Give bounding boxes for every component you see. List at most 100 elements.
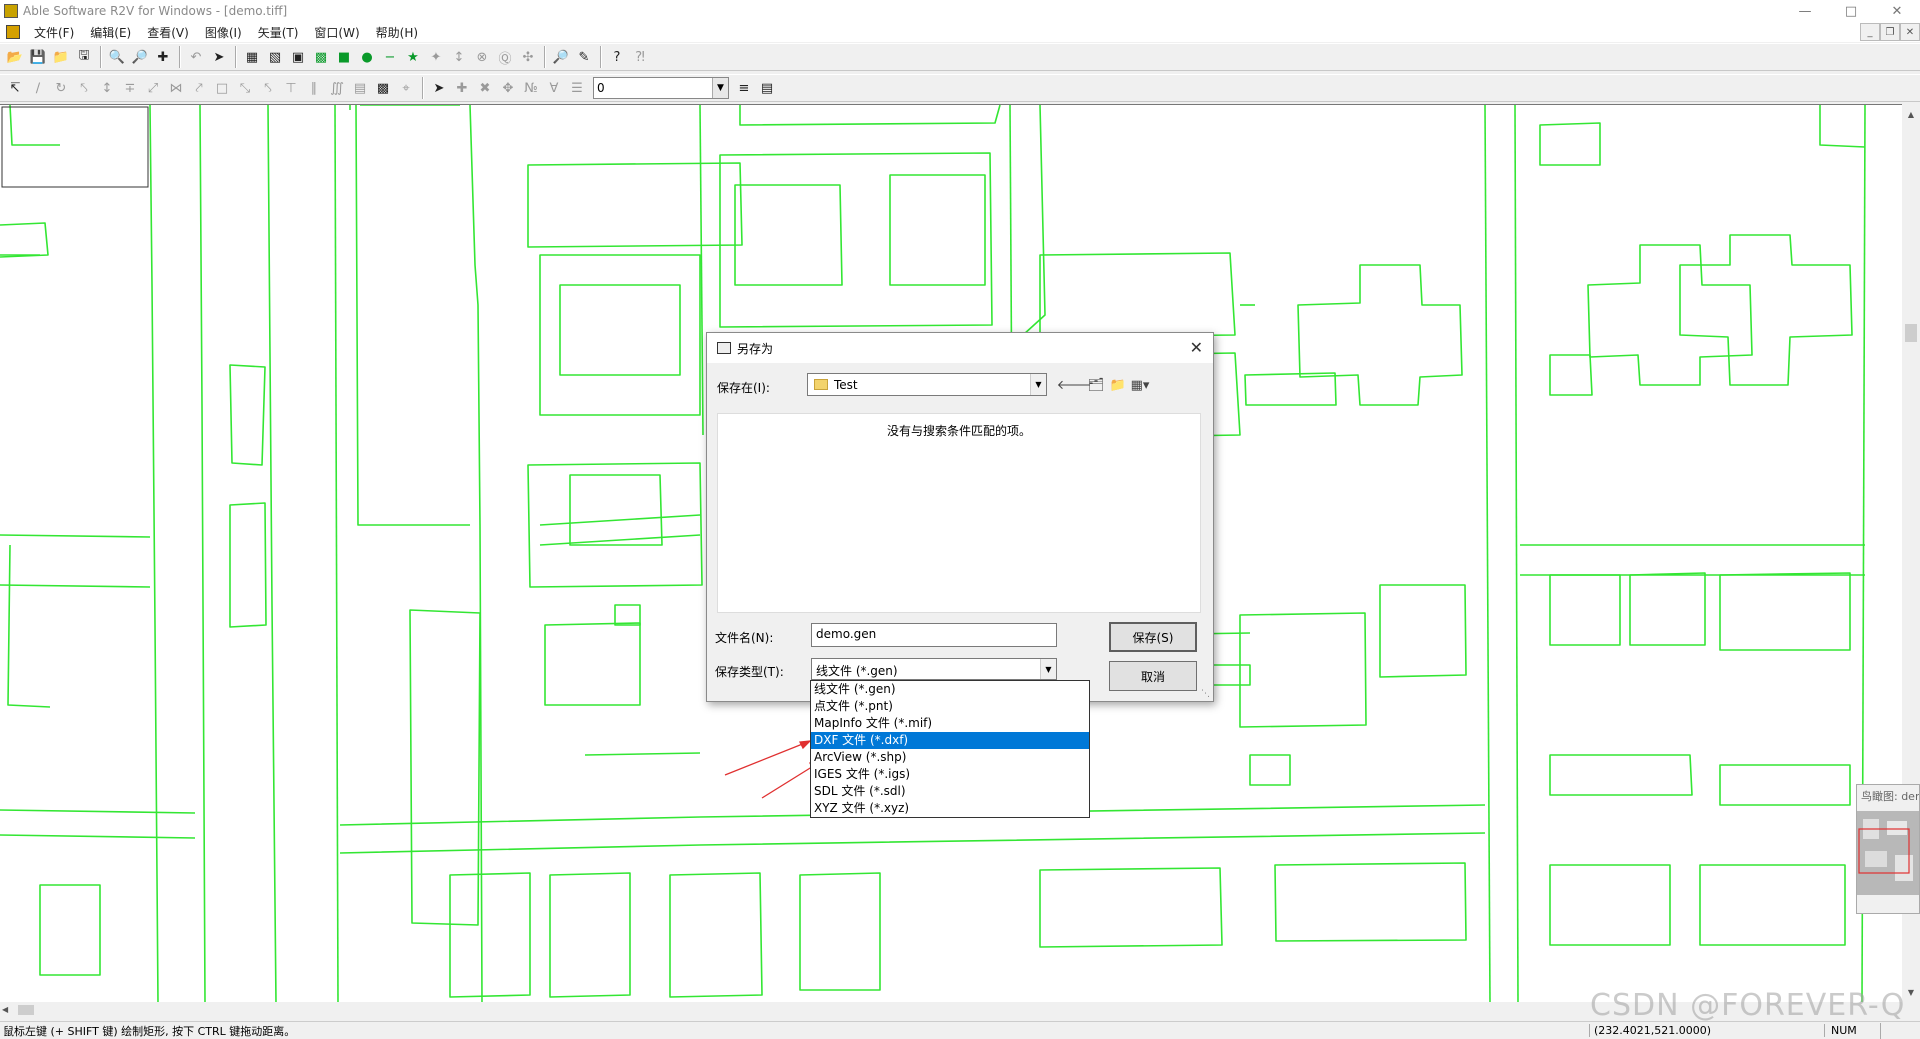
filetype-option-gen[interactable]: 线文件 (*.gen) — [811, 681, 1089, 698]
save-as-dialog: 另存为 ✕ 保存在(I): Test ▼ 🡐 🗂 📁 ▦▾ 没有与搜索条件匹配的… — [706, 332, 1214, 702]
save-button[interactable]: 保存(S) — [1109, 622, 1197, 652]
filetype-option-xyz[interactable]: XYZ 文件 (*.xyz) — [811, 800, 1089, 817]
filetype-option-dxf[interactable]: DXF 文件 (*.dxf) — [811, 732, 1089, 749]
grid-icon[interactable]: ▦ — [241, 46, 263, 68]
edit-find-icon[interactable]: ✎ — [573, 46, 595, 68]
vertical-icon[interactable]: ↕ — [96, 77, 118, 99]
filetype-option-pnt[interactable]: 点文件 (*.pnt) — [811, 698, 1089, 715]
maximize-icon[interactable]: □ — [1828, 0, 1874, 22]
smooth-icon[interactable]: ⤡ — [234, 77, 256, 99]
layer-list-icon[interactable]: ≡ — [733, 77, 755, 99]
move-node-icon[interactable]: ↕ — [448, 46, 470, 68]
filetype-option-sdl[interactable]: SDL 文件 (*.sdl) — [811, 783, 1089, 800]
close-icon[interactable]: ✕ — [1874, 0, 1920, 22]
rectangle-icon[interactable]: □ — [211, 77, 233, 99]
horizontal-scroll-thumb[interactable] — [18, 1005, 34, 1015]
zoom-out-icon[interactable]: 🔎 — [129, 46, 151, 68]
extend-icon[interactable]: ⤣ — [257, 77, 279, 99]
measure-icon[interactable]: ⌖ — [395, 77, 417, 99]
break-icon[interactable]: ⤤ — [188, 77, 210, 99]
network-icon[interactable]: ★ — [402, 46, 424, 68]
new-folder-icon[interactable]: 📁 — [1107, 375, 1129, 395]
open-icon[interactable]: 📂 — [4, 46, 26, 68]
grid-fine-icon[interactable]: ▧ — [264, 46, 286, 68]
menu-image[interactable]: 图像(I) — [197, 24, 250, 41]
filetype-dropdown-list[interactable]: 线文件 (*.gen) 点文件 (*.pnt) MapInfo 文件 (*.mi… — [810, 680, 1090, 818]
filetype-option-igs[interactable]: IGES 文件 (*.igs) — [811, 766, 1089, 783]
trace-icon[interactable]: ↸ — [4, 77, 26, 99]
document-icon[interactable] — [6, 25, 20, 39]
fill-icon[interactable]: ▩ — [372, 77, 394, 99]
menu-window[interactable]: 窗口(W) — [306, 24, 367, 41]
rotate-icon[interactable]: ↻ — [50, 77, 72, 99]
snap-icon[interactable]: ⋈ — [165, 77, 187, 99]
mdi-restore-icon[interactable]: ❐ — [1880, 23, 1900, 41]
add-node-icon[interactable]: ✦ — [425, 46, 447, 68]
menu-file[interactable]: 文件(F) — [26, 24, 82, 41]
view-menu-icon[interactable]: ▦▾ — [1129, 375, 1151, 395]
chevron-down-icon[interactable]: ▼ — [1040, 659, 1056, 679]
pointer-icon[interactable]: ➤ — [428, 77, 450, 99]
vertical-scroll-thumb[interactable] — [1905, 324, 1917, 342]
open-project-icon[interactable]: 📁 — [50, 46, 72, 68]
dialog-titlebar[interactable]: 另存为 ✕ — [707, 333, 1213, 363]
remove-point-icon[interactable]: ✖ — [474, 77, 496, 99]
value-icon[interactable]: ∀ — [543, 77, 565, 99]
save-all-icon[interactable]: 🖫 — [73, 46, 95, 68]
select-arrow-icon[interactable]: ➤ — [208, 46, 230, 68]
menu-vector[interactable]: 矢量(T) — [250, 24, 307, 41]
mdi-minimize-icon[interactable]: _ — [1860, 23, 1880, 41]
menu-help[interactable]: 帮助(H) — [368, 24, 426, 41]
file-list[interactable]: 没有与搜索条件匹配的项。 — [717, 413, 1201, 613]
join-icon[interactable]: ∓ — [119, 77, 141, 99]
resize-grip-icon[interactable]: ⋱ — [1201, 689, 1211, 699]
abc-icon[interactable]: Ⓠ — [494, 46, 516, 68]
fill-green-icon[interactable]: ■ — [333, 46, 355, 68]
frame-icon[interactable]: ▣ — [287, 46, 309, 68]
center-icon[interactable]: ✣ — [517, 46, 539, 68]
delete-icon[interactable]: ⊗ — [471, 46, 493, 68]
curve-icon[interactable]: ∭ — [326, 77, 348, 99]
menu-edit[interactable]: 编辑(E) — [82, 24, 139, 41]
scroll-left-icon[interactable]: ◀ — [2, 1002, 8, 1018]
dialog-close-icon[interactable]: ✕ — [1190, 338, 1203, 357]
layer-manager-icon[interactable]: ▤ — [756, 77, 778, 99]
scroll-up-icon[interactable]: ▲ — [1902, 106, 1920, 122]
filetype-option-shp[interactable]: ArcView (*.shp) — [811, 749, 1089, 766]
label-icon[interactable]: № — [520, 77, 542, 99]
minimize-icon[interactable]: — — [1782, 0, 1828, 22]
diagonal-icon[interactable]: ⤢ — [142, 77, 164, 99]
hatch-icon[interactable]: ▤ — [349, 77, 371, 99]
line-segment-icon[interactable]: − — [379, 46, 401, 68]
find-icon[interactable]: 🔎 — [550, 46, 572, 68]
save-icon[interactable]: 💾 — [27, 46, 49, 68]
overview-panel[interactable]: 鸟瞰图: demo — [1856, 784, 1920, 914]
cancel-button[interactable]: 取消 — [1109, 661, 1197, 691]
help-icon[interactable]: ? — [606, 46, 628, 68]
line-node-icon[interactable]: ● — [356, 46, 378, 68]
raster-icon[interactable]: ▩ — [310, 46, 332, 68]
overview-thumbnail[interactable] — [1857, 811, 1919, 895]
trim-icon[interactable]: ⊤ — [280, 77, 302, 99]
menu-view[interactable]: 查看(V) — [139, 24, 197, 41]
zoom-in-icon[interactable]: 🔍 — [106, 46, 128, 68]
zoom-fit-icon[interactable]: ✚ — [152, 46, 174, 68]
filetype-combo[interactable]: 线文件 (*.gen) ▼ — [811, 658, 1057, 680]
move-point-icon[interactable]: ✥ — [497, 77, 519, 99]
split-icon[interactable]: ⤣ — [73, 77, 95, 99]
layer-combo[interactable]: 0 ▼ — [593, 77, 729, 99]
filename-input[interactable]: demo.gen — [811, 623, 1057, 647]
mdi-close-icon[interactable]: ✕ — [1900, 23, 1920, 41]
chevron-down-icon[interactable]: ▼ — [712, 78, 728, 98]
context-help-icon[interactable]: ⁈ — [629, 46, 651, 68]
up-folder-icon[interactable]: 🗂 — [1085, 375, 1107, 395]
filetype-option-mif[interactable]: MapInfo 文件 (*.mif) — [811, 715, 1089, 732]
save-in-combo[interactable]: Test ▼ — [807, 373, 1047, 396]
draw-line-icon[interactable]: ∕ — [27, 77, 49, 99]
parallel-icon[interactable]: ∥ — [303, 77, 325, 99]
layer-icon[interactable]: ☰ — [566, 77, 588, 99]
back-icon[interactable]: 🡐 — [1057, 375, 1092, 395]
chevron-down-icon[interactable]: ▼ — [1030, 374, 1046, 395]
add-point-icon[interactable]: ✚ — [451, 77, 473, 99]
undo-icon[interactable]: ↶ — [185, 46, 207, 68]
